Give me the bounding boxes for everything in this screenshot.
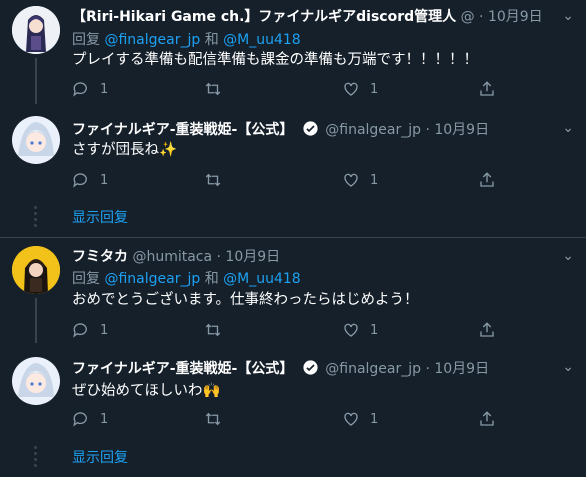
- share-button[interactable]: [478, 79, 496, 99]
- handle-date[interactable]: @finalgear_jp · 10月9日: [325, 122, 489, 138]
- share-button[interactable]: [478, 409, 496, 429]
- avatar[interactable]: [12, 6, 60, 54]
- like-icon: [344, 323, 358, 337]
- reply-count: 1: [100, 322, 109, 338]
- thread-line: [35, 58, 37, 104]
- tweet-2[interactable]: ファイナルギア-重装戦姫-【公式】 @finalgear_jp · 10月9日 …: [0, 104, 586, 200]
- reply-prefix: 回复: [72, 271, 100, 287]
- tweet-header: フミタカ @humitaca · 10月9日: [72, 248, 280, 266]
- reply-button[interactable]: 1: [72, 79, 108, 99]
- retweet-button[interactable]: [204, 409, 222, 429]
- display-name[interactable]: ファイナルギア-重装戦姫-【公式】: [72, 361, 293, 377]
- thread-dots: [33, 206, 39, 230]
- reply-icon: [73, 82, 87, 97]
- tweet-header: 【Riri-Hikari Game ch.】ファイナルギアdiscord管理人 …: [72, 8, 543, 26]
- verified-badge-icon: [303, 360, 318, 375]
- tweet-actions: 1 1: [72, 320, 502, 340]
- reply-icon: [73, 173, 87, 188]
- like-count: 1: [370, 81, 379, 97]
- share-icon: [480, 322, 494, 337]
- like-count: 1: [370, 411, 379, 427]
- thread-line: [35, 298, 37, 343]
- share-icon: [480, 81, 494, 96]
- tweet-text: ぜひ始めてほしいわ🙌: [72, 383, 221, 399]
- handle-date[interactable]: @humitaca · 10月9日: [132, 249, 280, 265]
- like-icon: [344, 173, 358, 187]
- like-button[interactable]: 1: [342, 170, 378, 190]
- tweet-4[interactable]: ファイナルギア-重装戦姫-【公式】 @finalgear_jp · 10月9日 …: [0, 343, 586, 439]
- display-name[interactable]: フミタカ: [72, 249, 128, 265]
- show-replies-link[interactable]: 显示回复: [72, 447, 128, 467]
- reply-and: 和: [204, 271, 219, 287]
- display-name[interactable]: ファイナルギア-重装戦姫-【公式】: [72, 122, 293, 138]
- like-count: 1: [370, 322, 379, 338]
- more-caret-icon[interactable]: ⌄: [562, 359, 574, 375]
- retweet-icon: [205, 82, 221, 96]
- display-name[interactable]: 【Riri-Hikari Game ch.】ファイナルギアdiscord管理人: [72, 9, 456, 25]
- reply-and: 和: [204, 32, 219, 48]
- tweet-text: プレイする準備も配信準備も課金の準備も万端です！！！！！: [72, 52, 478, 68]
- mention-link[interactable]: @finalgear_jp: [104, 271, 200, 287]
- avatar[interactable]: [12, 357, 60, 405]
- reply-button[interactable]: 1: [72, 170, 108, 190]
- mention-link[interactable]: @finalgear_jp: [104, 32, 200, 48]
- mention-link[interactable]: @M_uu418: [223, 271, 301, 287]
- tweet-header: ファイナルギア-重装戦姫-【公式】 @finalgear_jp · 10月9日: [72, 359, 489, 378]
- retweet-icon: [205, 323, 221, 337]
- show-replies-link[interactable]: 显示回复: [72, 207, 128, 227]
- avatar[interactable]: [12, 116, 60, 164]
- tweet-1[interactable]: 【Riri-Hikari Game ch.】ファイナルギアdiscord管理人 …: [0, 0, 586, 104]
- reply-count: 1: [100, 81, 109, 97]
- tweet-3[interactable]: フミタカ @humitaca · 10月9日 ⌄ 回复 @finalgear_j…: [0, 238, 586, 343]
- share-icon: [480, 411, 494, 426]
- tweet-actions: 1 1: [72, 79, 502, 99]
- mention-link[interactable]: @M_uu418: [223, 32, 301, 48]
- reply-button[interactable]: 1: [72, 320, 108, 340]
- handle-date[interactable]: @ · 10月9日: [461, 9, 543, 25]
- like-count: 1: [370, 172, 379, 188]
- like-icon: [344, 412, 358, 426]
- reply-button[interactable]: 1: [72, 409, 108, 429]
- tweet-actions: 1 1: [72, 170, 502, 190]
- retweet-button[interactable]: [204, 320, 222, 340]
- like-button[interactable]: 1: [342, 79, 378, 99]
- like-button[interactable]: 1: [342, 409, 378, 429]
- tweet-actions: 1 1: [72, 409, 502, 429]
- reply-icon: [73, 323, 87, 338]
- handle-date[interactable]: @finalgear_jp · 10月9日: [325, 361, 489, 377]
- reply-count: 1: [100, 172, 109, 188]
- tweet-text: さすが団長ね✨: [72, 142, 178, 158]
- retweet-button[interactable]: [204, 79, 222, 99]
- share-button[interactable]: [478, 320, 496, 340]
- reply-icon: [73, 412, 87, 427]
- more-caret-icon[interactable]: ⌄: [562, 248, 574, 264]
- reply-to: 回复 @finalgear_jp 和 @M_uu418: [72, 270, 301, 288]
- thread-dots: [33, 446, 39, 470]
- retweet-icon: [205, 412, 221, 426]
- reply-prefix: 回复: [72, 32, 100, 48]
- like-button[interactable]: 1: [342, 320, 378, 340]
- reply-count: 1: [100, 411, 109, 427]
- tweet-text: おめでとうございます。仕事終わったらはじめよう！: [72, 292, 419, 308]
- retweet-icon: [205, 173, 221, 187]
- more-caret-icon[interactable]: ⌄: [562, 8, 574, 24]
- like-icon: [344, 82, 358, 96]
- more-caret-icon[interactable]: ⌄: [562, 120, 574, 136]
- tweet-header: ファイナルギア-重装戦姫-【公式】 @finalgear_jp · 10月9日: [72, 120, 489, 139]
- verified-badge-icon: [303, 121, 318, 136]
- retweet-button[interactable]: [204, 170, 222, 190]
- share-button[interactable]: [478, 170, 496, 190]
- reply-to: 回复 @finalgear_jp 和 @M_uu418: [72, 31, 301, 49]
- share-icon: [480, 172, 494, 187]
- avatar[interactable]: [12, 246, 60, 294]
